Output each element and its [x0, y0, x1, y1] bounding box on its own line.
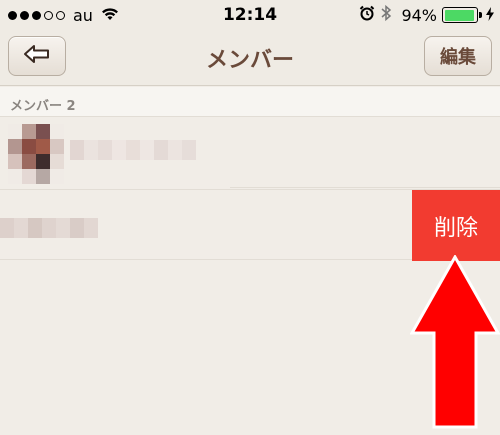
- charging-icon: [486, 6, 494, 25]
- battery-fill: [444, 9, 474, 21]
- list-item[interactable]: 削除: [0, 189, 500, 261]
- section-header: メンバー 2: [0, 87, 500, 117]
- member-name-redacted: [70, 140, 196, 160]
- avatar: [8, 124, 64, 184]
- member-name-redacted: [0, 218, 98, 238]
- edit-button[interactable]: 編集: [424, 36, 492, 76]
- navigation-bar: メンバー 編集: [0, 30, 500, 86]
- list-item[interactable]: [0, 118, 500, 188]
- status-right: 94%: [359, 4, 494, 26]
- battery-icon: [442, 7, 482, 23]
- status-bar: au 12:14 94%: [0, 0, 500, 30]
- delete-button[interactable]: 削除: [412, 190, 500, 261]
- alarm-icon: [359, 5, 375, 25]
- up-arrow-annotation: [409, 253, 500, 434]
- battery-percent: 94%: [401, 5, 437, 25]
- bluetooth-icon: [380, 4, 392, 26]
